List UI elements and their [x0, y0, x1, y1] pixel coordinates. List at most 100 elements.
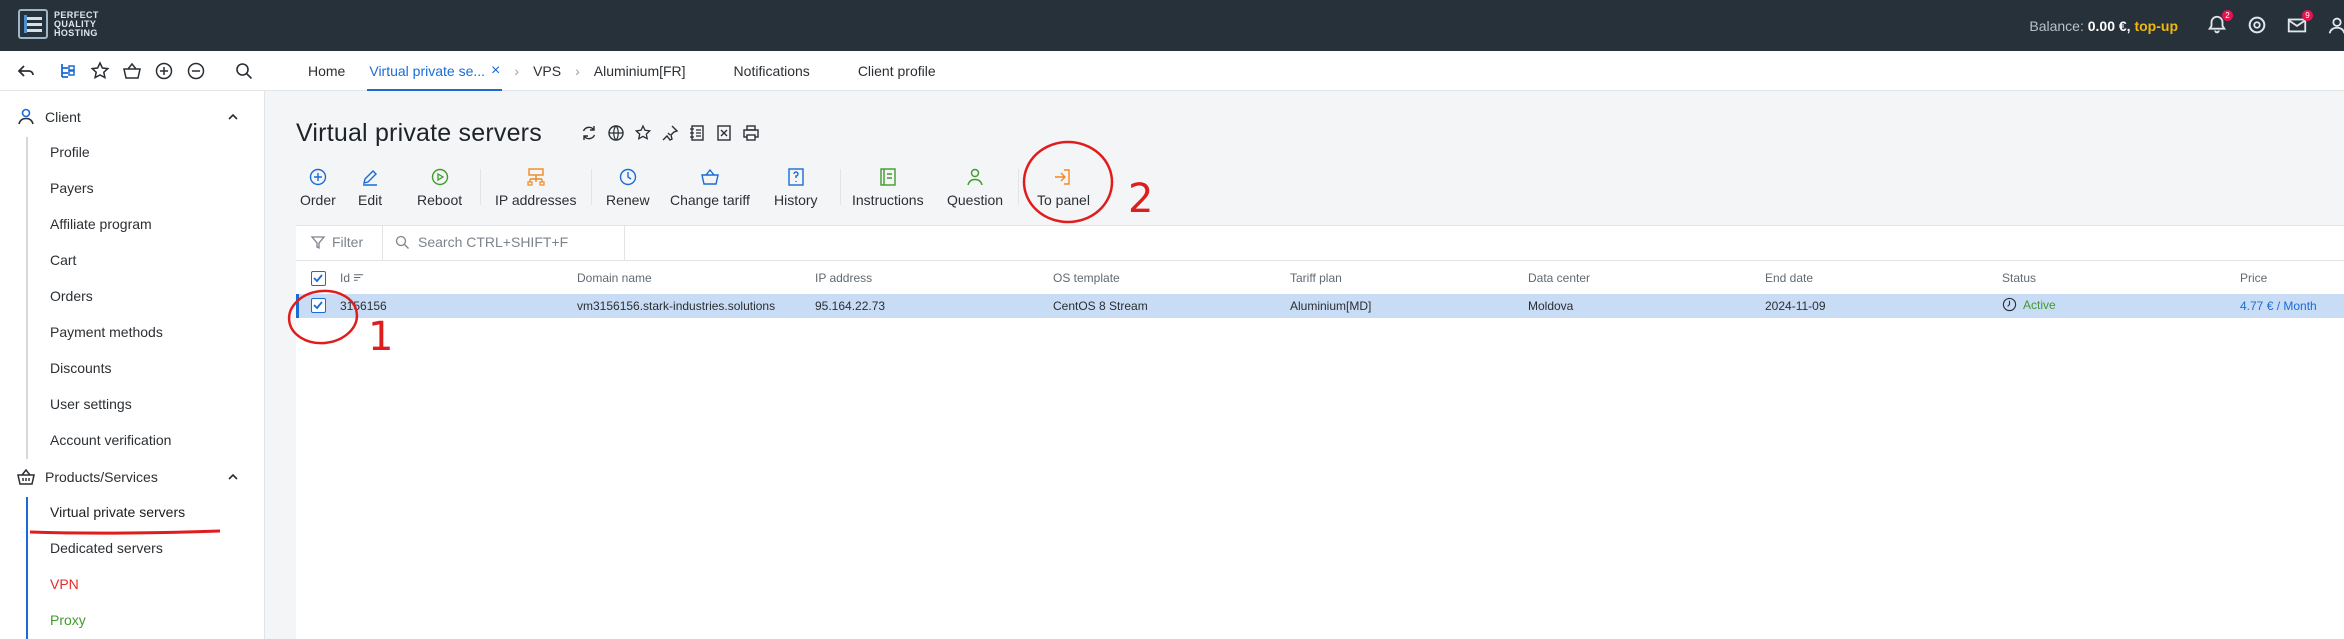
- sidebar-group-client[interactable]: Client: [0, 99, 265, 135]
- sidebar-item-cart[interactable]: Cart: [50, 250, 76, 270]
- sidebar-item-discounts[interactable]: Discounts: [50, 358, 111, 378]
- tab-notifications[interactable]: Notifications: [722, 51, 846, 91]
- topup-link[interactable]: top-up: [2134, 18, 2178, 34]
- to-panel-button[interactable]: To panel: [1037, 163, 1090, 213]
- user-icon[interactable]: [2326, 14, 2344, 36]
- ip-addresses-button[interactable]: IP addresses: [495, 163, 576, 213]
- sidebar-item-orders[interactable]: Orders: [50, 286, 93, 306]
- power-icon: [431, 168, 448, 186]
- pin-icon[interactable]: [661, 124, 679, 142]
- support-icon[interactable]: [2246, 14, 2268, 36]
- question-button[interactable]: Question: [947, 163, 1003, 213]
- sidebar-item-account-verification[interactable]: Account verification: [50, 430, 171, 450]
- tab-close-icon[interactable]: ×: [491, 62, 500, 80]
- column-header-ip[interactable]: IP address: [815, 271, 872, 285]
- filter-bar: Filter: [296, 225, 2344, 261]
- column-label: Id: [340, 271, 351, 285]
- page-title: Virtual private servers: [296, 119, 542, 147]
- globe-icon[interactable]: [607, 124, 625, 142]
- button-label: Renew: [606, 192, 650, 208]
- basket-icon: [701, 168, 719, 185]
- sidebar: Client Profile Payers Affiliate program …: [0, 91, 265, 639]
- document-icon[interactable]: [688, 124, 706, 142]
- cell-status: Active: [2002, 297, 2056, 312]
- back-icon[interactable]: [16, 61, 36, 81]
- tab-separator: ›: [575, 63, 580, 79]
- column-header-datacenter[interactable]: Data center: [1528, 271, 1590, 285]
- sidebar-item-payment-methods[interactable]: Payment methods: [50, 322, 163, 342]
- sidebar-group-label: Client: [45, 109, 81, 125]
- status-badge: Active: [2023, 297, 2056, 312]
- plus-circle-icon[interactable]: [154, 61, 174, 81]
- refresh-icon[interactable]: [580, 124, 598, 142]
- tree-icon[interactable]: [58, 61, 78, 81]
- print-icon[interactable]: [742, 124, 760, 142]
- tab-virtual-private-servers[interactable]: Virtual private se... ×: [357, 51, 512, 91]
- balance-label: Balance:: [2029, 18, 2084, 34]
- tab-label: Home: [308, 63, 346, 79]
- logo-text: PERFECT QUALITY HOSTING: [54, 9, 99, 38]
- select-all-checkbox[interactable]: [311, 271, 326, 286]
- edit-button[interactable]: Edit: [358, 163, 382, 213]
- tab-label: Aluminium[FR]: [593, 63, 686, 79]
- clock-icon: [619, 168, 636, 186]
- cell-price: 4.77 € / Month: [2240, 299, 2317, 313]
- logo[interactable]: PERFECT QUALITY HOSTING: [18, 9, 118, 39]
- mail-icon[interactable]: 9: [2286, 10, 2313, 36]
- minus-circle-icon[interactable]: [186, 61, 206, 81]
- star-icon[interactable]: [634, 124, 652, 142]
- button-label: Reboot: [417, 192, 463, 208]
- toolbar-divider: [480, 169, 481, 205]
- order-button[interactable]: Order: [300, 163, 336, 213]
- search-icon[interactable]: [234, 61, 254, 81]
- reboot-button[interactable]: Reboot: [417, 163, 462, 213]
- sidebar-group-label: Products/Services: [45, 469, 158, 485]
- column-header-price[interactable]: Price: [2240, 271, 2267, 285]
- tab-home[interactable]: Home: [296, 51, 357, 91]
- instructions-button[interactable]: Instructions: [852, 163, 924, 213]
- sidebar-item-dedicated-servers[interactable]: Dedicated servers: [50, 538, 163, 558]
- filter-divider: [624, 226, 625, 260]
- table-header: Id Domain name IP address OS template Ta…: [296, 261, 2344, 294]
- column-header-tariff[interactable]: Tariff plan: [1290, 271, 1342, 285]
- renew-button[interactable]: Renew: [606, 163, 650, 213]
- button-label: Change tariff: [670, 192, 750, 208]
- sidebar-item-virtual-private-servers[interactable]: Virtual private servers: [50, 502, 185, 522]
- history-button[interactable]: History: [774, 163, 818, 213]
- table-row[interactable]: 3156156 vm3156156.stark-industries.solut…: [296, 294, 2344, 318]
- search-input[interactable]: [418, 234, 628, 250]
- exit-door-icon: [1055, 169, 1071, 185]
- chevron-up-icon[interactable]: [226, 470, 240, 484]
- title-actions: [580, 124, 760, 142]
- plus-circle-icon: [309, 168, 327, 186]
- sidebar-item-payers[interactable]: Payers: [50, 178, 94, 198]
- column-header-id[interactable]: Id: [340, 271, 364, 285]
- cell-id: 3156156: [340, 299, 387, 313]
- excel-icon[interactable]: [715, 124, 733, 142]
- basket-icon[interactable]: [122, 61, 142, 81]
- column-header-status[interactable]: Status: [2002, 271, 2036, 285]
- question-user-icon: [967, 168, 983, 186]
- sidebar-item-user-settings[interactable]: User settings: [50, 394, 132, 414]
- column-header-end-date[interactable]: End date: [1765, 271, 1813, 285]
- notifications-badge: 2: [2222, 10, 2233, 21]
- tab-client-profile[interactable]: Client profile: [846, 51, 948, 91]
- column-header-os[interactable]: OS template: [1053, 271, 1120, 285]
- sidebar-item-affiliate-program[interactable]: Affiliate program: [50, 214, 152, 234]
- sidebar-item-proxy[interactable]: Proxy: [50, 610, 86, 630]
- filter-button[interactable]: Filter: [310, 234, 363, 250]
- network-icon: [527, 168, 545, 186]
- button-label: Question: [947, 192, 1004, 208]
- sort-icon[interactable]: [353, 272, 364, 283]
- tab-vps[interactable]: VPS: [521, 51, 573, 91]
- bell-icon[interactable]: 2: [2206, 10, 2233, 36]
- chevron-up-icon[interactable]: [226, 110, 240, 124]
- column-header-domain[interactable]: Domain name: [577, 271, 652, 285]
- row-checkbox[interactable]: [311, 298, 326, 313]
- sidebar-item-vpn[interactable]: VPN: [50, 574, 79, 594]
- sidebar-group-products-services[interactable]: Products/Services: [0, 459, 265, 495]
- change-tariff-button[interactable]: Change tariff: [670, 163, 750, 213]
- tab-aluminium-fr[interactable]: Aluminium[FR]: [582, 51, 722, 91]
- star-icon[interactable]: [90, 61, 110, 81]
- sidebar-item-profile[interactable]: Profile: [50, 142, 90, 162]
